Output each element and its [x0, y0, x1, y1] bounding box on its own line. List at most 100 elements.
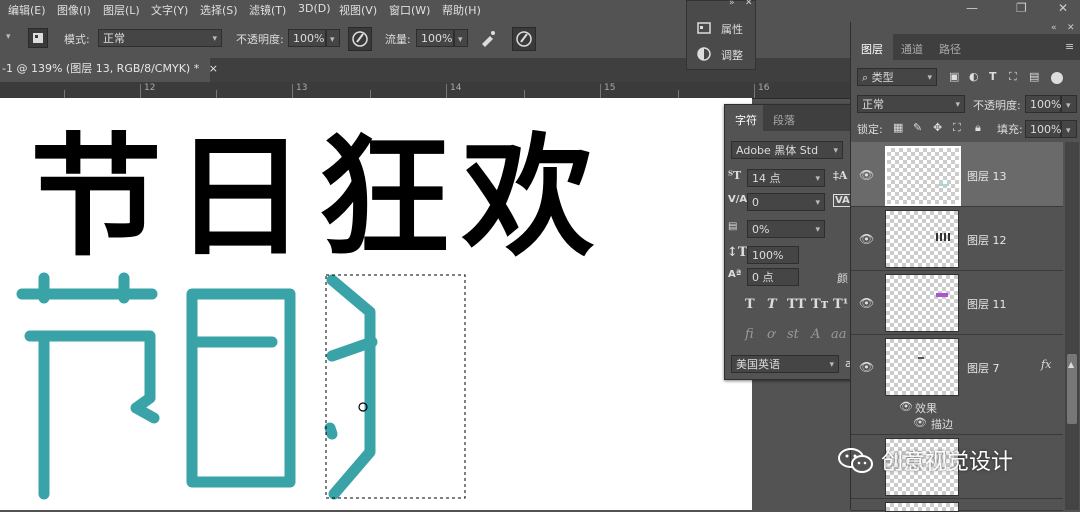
titling-alternates-button[interactable]: aa [831, 327, 847, 342]
ligatures-button[interactable]: fi [745, 327, 754, 342]
vertical-scale-input[interactable]: 100% [747, 246, 799, 264]
scroll-up-icon[interactable]: ▲ [1068, 360, 1074, 369]
menu-select[interactable]: 选择(S) [200, 2, 238, 18]
panel-menu-icon[interactable]: ≡ [1065, 40, 1074, 53]
menu-view[interactable]: 视图(V) [339, 2, 377, 18]
kerning-input[interactable]: 0 ▾ [747, 193, 825, 211]
opacity-dropdown-button[interactable]: ▾ [326, 29, 340, 47]
filter-shape-icon[interactable]: ⛶ [1009, 70, 1017, 84]
fill-label: 填充: [997, 123, 1023, 136]
layer-row[interactable]: 👁︎ 图层 12 [851, 208, 1063, 271]
chevron-down-icon: ▾ [330, 35, 335, 45]
panel-collapse-icon[interactable]: » [729, 0, 735, 8]
menu-filter[interactable]: 滤镜(T) [249, 2, 286, 18]
superscript-button[interactable]: T¹ [833, 297, 848, 312]
tab-paragraph[interactable]: 段落 [773, 112, 795, 128]
layer-effects-icon[interactable]: fx [1041, 358, 1051, 371]
layer-row[interactable] [851, 500, 1063, 512]
flow-input[interactable]: 100% [416, 29, 454, 47]
faux-italic-button[interactable]: T [767, 297, 777, 312]
close-window-icon[interactable]: ✕ [1058, 1, 1068, 15]
tab-channels[interactable]: 通道 [901, 41, 923, 57]
document-canvas[interactable]: 节 日 狂 欢 [0, 98, 752, 510]
lock-transparency-icon[interactable]: ▦ [893, 121, 903, 134]
chevron-down-icon: ▾ [815, 225, 820, 235]
tab-paths[interactable]: 路径 [939, 41, 961, 57]
all-caps-button[interactable]: TT [787, 297, 806, 312]
tracking-input[interactable]: 0% ▾ [747, 220, 825, 238]
faux-bold-button[interactable]: T [745, 297, 755, 312]
lock-artboard-icon[interactable]: ⛶ [953, 121, 961, 135]
thumbnail-content [936, 293, 948, 297]
swash-button[interactable]: st [787, 327, 799, 342]
chevron-down-icon: ▾ [927, 73, 932, 83]
layer-row[interactable]: 👁︎ 图层 7 fx 👁︎ 效果 👁︎ 描边 [851, 336, 1063, 435]
flow-dropdown-button[interactable]: ▾ [454, 29, 468, 47]
menu-edit[interactable]: 编辑(E) [8, 2, 46, 18]
document-tab[interactable]: -1 @ 139% (图层 13, RGB/8/CMYK) * × [0, 58, 218, 82]
visibility-eye-icon[interactable]: 👁︎ [859, 168, 875, 182]
font-size-input[interactable]: 14 点 ▾ [747, 169, 825, 187]
pressure-size-button[interactable] [512, 27, 536, 51]
tab-layers[interactable]: 图层 [851, 34, 893, 60]
close-panel-icon[interactable]: ✕ [745, 0, 753, 8]
visibility-eye-icon[interactable]: 👁︎ [859, 296, 875, 310]
layer-row[interactable]: 👁︎ 图层 13 [851, 142, 1063, 207]
filter-smart-object-icon[interactable]: ▤ [1029, 70, 1039, 83]
close-tab-icon[interactable]: × [209, 62, 218, 75]
menu-help[interactable]: 帮助(H) [442, 2, 481, 18]
layer-opacity-input[interactable]: 100% [1025, 95, 1061, 113]
menu-type[interactable]: 文字(Y) [151, 2, 188, 18]
tool-preset-chevron-icon[interactable]: ▾ [6, 32, 11, 42]
adjustments-icon [697, 47, 711, 61]
font-family-select[interactable]: Adobe 黑体 Std ▾ [731, 141, 843, 159]
visibility-eye-icon[interactable]: 👁︎ [859, 232, 875, 246]
restore-icon[interactable]: ❐ [1016, 1, 1027, 15]
close-panel-icon[interactable]: ✕ [1067, 23, 1075, 33]
layer-filter-select[interactable]: ⌕ 类型 ▾ [857, 68, 937, 86]
lock-all-icon[interactable]: 🔒︎ [975, 121, 981, 135]
opacity-input[interactable]: 100% [288, 29, 326, 47]
filter-toggle-icon[interactable] [1051, 72, 1063, 84]
layer-row[interactable]: 👁︎ 图层 11 [851, 272, 1063, 335]
stroke-eye-icon[interactable]: 👁︎ [913, 416, 927, 429]
lock-pixels-icon[interactable]: ✎ [913, 121, 922, 134]
layer-name[interactable]: 图层 12 [967, 232, 1007, 248]
pen-pressure-icon [352, 31, 368, 47]
small-caps-button[interactable]: Tт [811, 297, 829, 312]
brush-preset-button[interactable] [28, 28, 48, 48]
language-select[interactable]: 美国英语 ▾ [731, 355, 839, 373]
layer-name[interactable]: 图层 13 [967, 168, 1007, 184]
layer-opacity-dropdown[interactable]: ▾ [1061, 95, 1077, 113]
layer-name[interactable]: 图层 7 [967, 360, 1000, 376]
visibility-eye-icon[interactable]: 👁︎ [859, 360, 875, 374]
properties-button[interactable]: 属性 [693, 19, 755, 37]
filter-adjustment-icon[interactable]: ◐ [969, 70, 979, 83]
lock-position-icon[interactable]: ✥ [933, 121, 942, 134]
airbrush-button[interactable] [478, 28, 498, 51]
blend-mode-select[interactable]: 正常 ▾ [857, 95, 965, 113]
mode-select[interactable]: 正常 ▾ [98, 29, 222, 47]
title-char: 欢 [461, 121, 595, 275]
filter-pixel-icon[interactable]: ▣ [949, 70, 959, 83]
stylistic-alternates-button[interactable]: A [811, 327, 820, 342]
pressure-opacity-button[interactable] [348, 27, 372, 51]
effects-eye-icon[interactable]: 👁︎ [899, 400, 913, 413]
menu-3d[interactable]: 3D(D) [298, 2, 331, 15]
pen-pressure-icon [516, 31, 532, 47]
layers-scrollbar[interactable]: ▲ [1065, 142, 1079, 510]
adjustments-button[interactable]: 调整 [693, 45, 755, 63]
layer-name[interactable]: 图层 11 [967, 296, 1007, 312]
color-label[interactable]: 颜 [837, 270, 848, 286]
tab-character[interactable]: 字符 [725, 105, 763, 131]
fill-input[interactable]: 100% [1025, 120, 1061, 138]
menu-image[interactable]: 图像(I) [57, 2, 91, 18]
baseline-shift-input[interactable]: 0 点 [747, 268, 799, 286]
panel-collapse-icon[interactable]: « [1051, 23, 1057, 33]
minimize-icon[interactable]: — [966, 1, 978, 15]
old-style-button[interactable]: ơ [767, 327, 775, 342]
menu-window[interactable]: 窗口(W) [389, 2, 430, 18]
fill-dropdown[interactable]: ▾ [1061, 120, 1077, 138]
filter-type-icon[interactable]: T [989, 70, 997, 83]
menu-layer[interactable]: 图层(L) [103, 2, 140, 18]
